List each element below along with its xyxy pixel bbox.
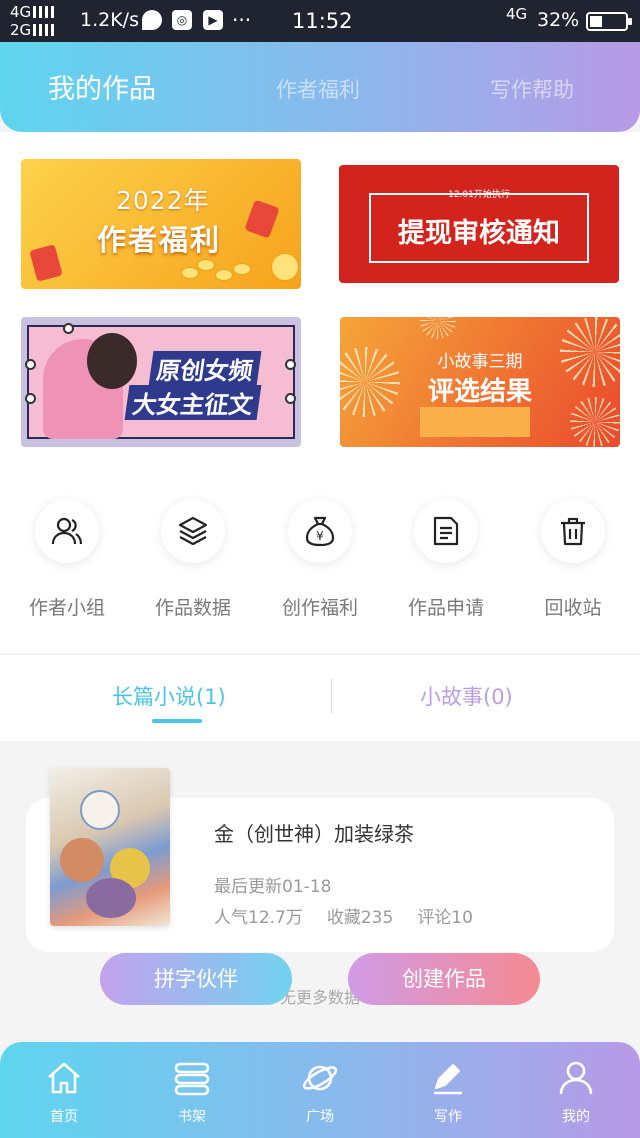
book-last-updated: 最后更新01-18 xyxy=(214,877,332,897)
quick-link-label: 回收站 xyxy=(544,597,602,619)
nav-plaza[interactable]: 广场 xyxy=(270,1042,370,1138)
bottom-navigation: 首页 书架 广场 写作 我的 xyxy=(0,1042,640,1138)
coin-icon xyxy=(271,253,299,281)
document-icon xyxy=(414,499,478,563)
network-label-2: 2G xyxy=(10,21,32,39)
nav-label: 书架 xyxy=(178,1109,206,1125)
book-title[interactable]: 金（创世神）加装绿茶 xyxy=(214,818,414,847)
banner-withdraw-notice[interactable]: 12.01开始执行 提现审核通知 xyxy=(339,165,619,283)
quick-link-creation-benefits[interactable]: ¥ 创作福利 xyxy=(257,499,383,620)
user-icon xyxy=(559,1061,593,1095)
coin-icon xyxy=(215,269,233,281)
message-icon xyxy=(142,10,162,30)
banner-title: 提现审核通知 xyxy=(398,218,560,249)
battery-percent: 32% xyxy=(537,9,580,31)
banner-text: 2022年 xyxy=(116,186,210,215)
svg-text:¥: ¥ xyxy=(316,529,324,543)
more-notifications-icon: ··· xyxy=(232,8,252,32)
status-bar: 4G 2G 1.2K/s ◎ ▶ ··· 11:52 4G 32% xyxy=(0,0,640,42)
banner-grid: 2022年 作者福利 12.01开始执行 提现审核通知 原创女频 大女主征文 小… xyxy=(0,132,640,467)
layers-icon xyxy=(161,499,225,563)
quick-link-label: 作品数据 xyxy=(154,597,231,619)
book-favorites: 收藏235 xyxy=(326,908,394,928)
home-icon xyxy=(48,1062,80,1094)
quick-link-recycle-bin[interactable]: 回收站 xyxy=(510,499,636,620)
banner-title: 原创女频 xyxy=(148,351,262,386)
network-speed: 1.2K/s xyxy=(80,9,139,31)
quick-link-work-data[interactable]: 作品数据 xyxy=(130,499,256,620)
banner-inner: 原创女频 大女主征文 xyxy=(27,325,295,439)
nav-label: 我的 xyxy=(562,1109,590,1125)
banner-story-results[interactable]: 小故事三期 评选结果 xyxy=(340,317,620,447)
red-envelope-icon xyxy=(29,244,63,282)
tab-long-novels[interactable]: 长篇小说(1) xyxy=(112,655,226,741)
active-tab-indicator xyxy=(152,719,202,723)
banner-title: 评选结果 xyxy=(427,377,532,407)
banner-subtitle: 大女主征文 xyxy=(124,385,262,420)
handle-dot-icon xyxy=(285,393,296,404)
nav-mine[interactable]: 我的 xyxy=(526,1042,626,1138)
network-label-1: 4G xyxy=(10,3,32,21)
coin-icon xyxy=(233,263,251,275)
trash-icon xyxy=(541,499,605,563)
network-label-right: 4G xyxy=(506,5,528,23)
planet-icon xyxy=(302,1065,338,1091)
app-notification-icon: ◎ xyxy=(172,10,192,30)
banner-text: 小故事三期 xyxy=(437,352,523,372)
play-icon: ▶ xyxy=(203,10,223,30)
work-type-tabs: 长篇小说(1) 小故事(0) xyxy=(0,655,640,741)
quick-link-label: 创作福利 xyxy=(281,597,358,619)
book-stats: 人气12.7万 收藏235 评论10 xyxy=(214,903,497,928)
cover-art xyxy=(80,790,120,830)
book-cover[interactable] xyxy=(50,768,170,926)
red-envelope-icon xyxy=(244,199,280,239)
signal-bars-icon xyxy=(33,24,56,36)
book-comments: 评论10 xyxy=(417,908,473,928)
pen-icon xyxy=(434,1064,462,1095)
banner-author-benefits[interactable]: 2022年 作者福利 xyxy=(21,159,301,289)
handle-dot-icon xyxy=(63,323,74,334)
tab-author-benefits[interactable]: 作者福利 xyxy=(276,42,360,132)
signal-bars-icon xyxy=(33,6,56,18)
network-indicator: 4G 2G xyxy=(10,3,56,39)
banner-title: 作者福利 xyxy=(97,223,222,257)
header-tabs: 我的作品 作者福利 写作帮助 xyxy=(0,42,640,132)
banner-female-contest[interactable]: 原创女频 大女主征文 xyxy=(21,317,301,447)
no-more-data-text: 无更多数据 xyxy=(279,988,360,1007)
coin-icon xyxy=(197,259,215,271)
quick-link-label: 作者小组 xyxy=(28,597,105,619)
firework-icon xyxy=(420,317,456,339)
tab-my-works[interactable]: 我的作品 xyxy=(48,42,156,132)
nav-label: 首页 xyxy=(50,1109,78,1125)
quick-link-work-application[interactable]: 作品申请 xyxy=(383,499,509,620)
users-icon xyxy=(35,499,99,563)
create-work-button[interactable]: 创建作品 xyxy=(348,953,540,1005)
tab-writing-help[interactable]: 写作帮助 xyxy=(490,42,574,132)
cover-art xyxy=(60,838,104,882)
book-popularity: 人气12.7万 xyxy=(214,908,303,928)
nav-label: 写作 xyxy=(434,1109,462,1125)
coin-icon xyxy=(181,267,199,279)
nav-write[interactable]: 写作 xyxy=(398,1042,498,1138)
handle-dot-icon xyxy=(25,393,36,404)
cover-art xyxy=(86,878,136,918)
quick-links: 作者小组 作品数据 ¥ 创作福利 作品申请 回收站 xyxy=(0,467,640,653)
illustration-hair xyxy=(87,333,137,389)
handle-dot-icon xyxy=(25,359,36,370)
podium xyxy=(420,407,530,437)
battery-icon xyxy=(586,12,632,31)
handle-dot-icon xyxy=(285,359,296,370)
banner-subtext: 12.01开始执行 xyxy=(448,190,510,200)
nav-label: 广场 xyxy=(306,1109,334,1125)
quick-link-author-group[interactable]: 作者小组 xyxy=(4,499,130,620)
quick-link-label: 作品申请 xyxy=(407,597,484,619)
tab-short-stories[interactable]: 小故事(0) xyxy=(420,655,513,741)
nav-home[interactable]: 首页 xyxy=(14,1042,114,1138)
writing-partner-button[interactable]: 拼字伙伴 xyxy=(100,953,292,1005)
money-bag-icon: ¥ xyxy=(288,499,352,563)
nav-bookshelf[interactable]: 书架 xyxy=(142,1042,242,1138)
tab-divider xyxy=(331,679,332,713)
bookshelf-icon xyxy=(174,1062,210,1096)
clock: 11:52 xyxy=(292,9,353,33)
